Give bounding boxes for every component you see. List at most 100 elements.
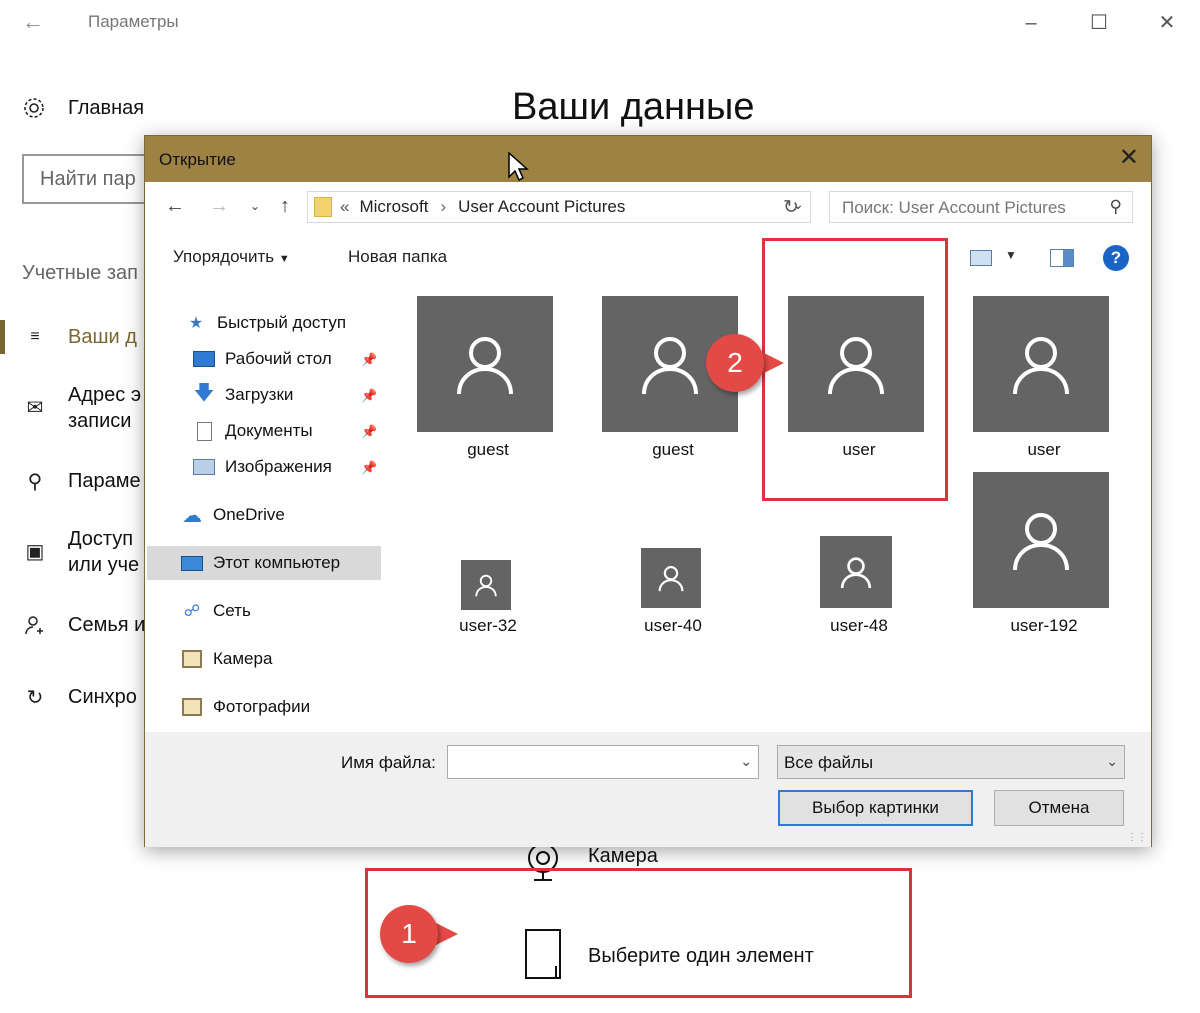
back-arrow-icon[interactable]: ← xyxy=(22,10,46,34)
cancel-button[interactable]: Отмена xyxy=(994,790,1124,826)
recent-chevron-icon[interactable]: ⌄ xyxy=(243,194,267,218)
user-avatar-icon xyxy=(973,472,1109,608)
person-list-icon: ≡ xyxy=(30,328,40,345)
nav-label: OneDrive xyxy=(213,505,285,524)
breadcrumb-microsoft[interactable]: Microsoft xyxy=(359,197,428,217)
sidebar-item-work-access[interactable]: ▣ Доступ или уче xyxy=(0,524,140,578)
organize-button[interactable]: Упорядочить ▼ xyxy=(173,247,290,267)
sidebar-item-your-info[interactable]: ≡ Ваши д xyxy=(0,322,137,352)
sidebar-home-label: Главная xyxy=(68,96,145,119)
file-name: user-192 xyxy=(1010,616,1078,635)
file-type-select[interactable]: Все файлы ⌄ xyxy=(777,745,1125,779)
cloud-icon: ☁ xyxy=(182,504,202,527)
briefcase-icon: ▣ xyxy=(25,540,45,563)
minimize-icon[interactable]: – xyxy=(1016,8,1046,38)
nav-network[interactable]: ☍ Сеть xyxy=(181,594,251,628)
dialog-footer: Имя файла: ⌄ Все файлы ⌄ Выбор картинки … xyxy=(145,732,1151,847)
nav-downloads[interactable]: 🡇 Загрузки xyxy=(193,378,294,412)
gear-icon xyxy=(20,94,48,122)
nav-label: Изображения xyxy=(225,457,332,476)
nav-label: Камера xyxy=(213,649,273,668)
sidebar-home[interactable]: Главная xyxy=(20,92,144,124)
file-name: guest xyxy=(652,440,694,459)
downloads-icon: 🡇 xyxy=(193,382,215,404)
dropdown-caret-icon: ▼ xyxy=(278,253,290,265)
file-name: user-40 xyxy=(644,616,702,635)
nav-pictures[interactable]: Изображения xyxy=(193,450,332,484)
pictures-icon xyxy=(193,457,215,477)
sidebar-item-label: Адрес э записи xyxy=(68,384,142,432)
dialog-search-placeholder: Поиск: User Account Pictures xyxy=(842,198,1066,217)
user-avatar-icon xyxy=(417,296,553,432)
breadcrumb-separator-icon: › xyxy=(440,197,447,216)
maximize-icon[interactable]: ☐ xyxy=(1084,8,1114,38)
documents-icon xyxy=(193,421,215,441)
camera-option-label: Камера xyxy=(588,845,658,867)
photos-folder-icon xyxy=(181,697,203,717)
nav-label: Загрузки xyxy=(225,385,294,404)
dialog-close-icon[interactable]: ✕ xyxy=(1119,146,1139,170)
breadcrumb-overflow[interactable]: « xyxy=(340,197,349,217)
pin-icon[interactable]: 📌 xyxy=(361,352,377,368)
nav-desktop[interactable]: Рабочий стол xyxy=(193,342,332,376)
filename-label: Имя файла: xyxy=(341,753,436,772)
resize-grip-icon[interactable]: ⋮⋮ xyxy=(1127,832,1147,843)
dialog-titlebar: Открытие ✕ xyxy=(145,136,1151,182)
nav-this-pc[interactable]: Этот компьютер xyxy=(147,546,381,580)
nav-onedrive[interactable]: ☁ OneDrive xyxy=(181,498,285,532)
callout-number: 1 xyxy=(380,905,438,963)
file-name: guest xyxy=(467,440,509,459)
nav-label: Этот компьютер xyxy=(213,553,341,572)
sidebar-item-family[interactable]: Семья и xyxy=(0,610,145,640)
nav-documents[interactable]: Документы xyxy=(193,414,313,448)
sidebar-item-signin[interactable]: ⚲ Параме xyxy=(0,466,141,496)
close-icon[interactable]: ✕ xyxy=(1152,8,1182,38)
nav-label: Быстрый доступ xyxy=(217,313,347,332)
pin-icon[interactable]: 📌 xyxy=(361,424,377,440)
file-name: user xyxy=(1027,440,1061,459)
address-bar[interactable]: « Microsoft › User Account Pictures ⌄ xyxy=(307,191,811,223)
back-icon[interactable]: ← xyxy=(163,194,187,218)
callout-1: 1 xyxy=(380,905,458,963)
dialog-search-input[interactable]: Поиск: User Account Pictures ⚲ xyxy=(829,191,1133,223)
nav-camera-folder[interactable]: Камера xyxy=(181,642,272,676)
forward-icon[interactable]: → xyxy=(207,194,231,218)
organize-label: Упорядочить xyxy=(173,247,275,266)
highlight-box-2 xyxy=(762,238,948,501)
breadcrumb-user-account-pictures[interactable]: User Account Pictures xyxy=(458,197,625,217)
nav-quick-access[interactable]: ★ Быстрый доступ xyxy=(185,306,346,340)
pin-icon[interactable]: 📌 xyxy=(361,460,377,476)
computer-icon xyxy=(181,553,203,573)
sidebar-item-label: Параме xyxy=(68,470,141,492)
help-icon[interactable]: ? xyxy=(1103,245,1129,271)
page-title: Ваши данные xyxy=(512,86,755,128)
choose-picture-button[interactable]: Выбор картинки xyxy=(778,790,973,826)
filename-input[interactable]: ⌄ xyxy=(447,745,759,779)
user-avatar-icon xyxy=(641,548,701,608)
file-name: user-48 xyxy=(830,616,888,635)
nav-label: Рабочий стол xyxy=(225,349,332,368)
nav-label: Фотографии xyxy=(213,697,311,716)
filename-dropdown-icon[interactable]: ⌄ xyxy=(740,753,752,770)
sidebar-item-email[interactable]: ✉ Адрес э записи xyxy=(0,380,141,434)
view-mode-dropdown-icon[interactable]: ▼ xyxy=(1005,248,1017,262)
preview-pane-icon[interactable] xyxy=(1050,249,1074,267)
refresh-icon[interactable]: ↻ xyxy=(783,196,799,219)
folder-icon xyxy=(314,197,332,217)
user-avatar-icon xyxy=(820,536,892,608)
callout-number: 2 xyxy=(706,334,764,392)
pin-icon[interactable]: 📌 xyxy=(361,388,377,404)
sidebar-item-sync[interactable]: ↻ Синхро xyxy=(0,682,137,712)
search-icon: ⚲ xyxy=(1109,197,1122,216)
settings-titlebar: ← Параметры – ☐ ✕ xyxy=(0,0,1200,46)
network-icon: ☍ xyxy=(183,603,201,620)
up-arrow-icon[interactable]: ↑ xyxy=(273,194,297,218)
sidebar-item-label: Семья и xyxy=(68,614,146,636)
view-mode-icon[interactable] xyxy=(970,250,992,266)
new-folder-button[interactable]: Новая папка xyxy=(348,247,447,267)
nav-photos-folder[interactable]: Фотографии xyxy=(181,690,310,724)
nav-label: Документы xyxy=(225,421,313,440)
mail-icon: ✉ xyxy=(26,396,44,419)
open-file-dialog: Открытие ✕ ← → ⌄ ↑ « Microsoft › User Ac… xyxy=(144,135,1152,847)
navigation-pane: ★ Быстрый доступ Рабочий стол 📌 🡇 Загруз… xyxy=(145,280,385,732)
